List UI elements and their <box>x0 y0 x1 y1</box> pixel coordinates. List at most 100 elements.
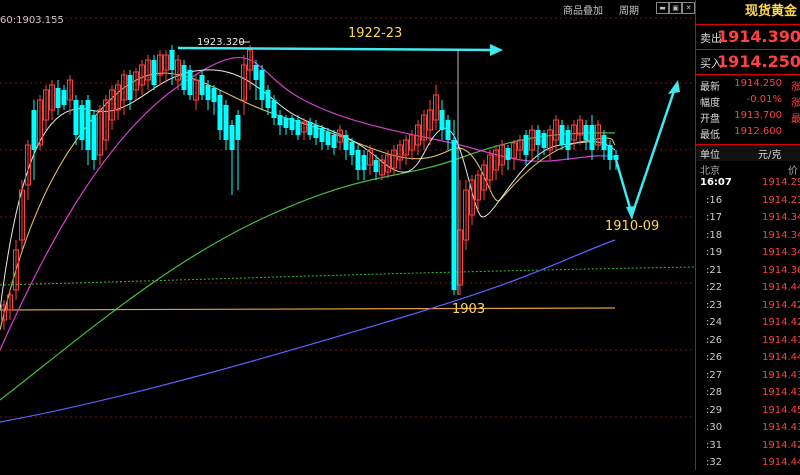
candle-down <box>349 142 355 155</box>
pullback-range-label: 1910-09 <box>605 219 659 234</box>
stat-label: 幅度 <box>700 98 720 109</box>
candle-down <box>601 135 607 150</box>
candle-down <box>217 95 223 130</box>
tick-time: :19 <box>706 247 723 258</box>
stat-label: 最低 <box>700 130 720 141</box>
tick-price: 1914.29 <box>762 177 800 188</box>
candle-down <box>451 140 457 290</box>
ma-dotted-line <box>0 266 695 286</box>
tick-row: :21 1914.36 <box>696 265 800 283</box>
tick-list[interactable]: 16:07 1914.29 :16 1914.23 :17 1914.34 :18 1914.… <box>696 177 800 475</box>
candle-down <box>187 70 193 95</box>
tick-row: :28 1914.43 <box>696 387 800 405</box>
tick-time: 16:07 <box>700 177 732 188</box>
tick-price: 1914.44 <box>762 282 800 293</box>
candle-down <box>307 122 313 135</box>
candle-down <box>271 100 277 118</box>
candle-down <box>169 50 175 70</box>
candle-down <box>223 105 229 140</box>
peak-price-label: 1923.320 <box>197 37 245 48</box>
tick-time: :28 <box>706 387 723 398</box>
menu-overlay[interactable]: 商品叠加 <box>563 2 603 17</box>
candle-down <box>265 90 271 108</box>
chart-canvas: 1923.320 1922-23 1903 1910-09 <box>0 17 695 423</box>
candle-down <box>607 145 613 160</box>
close-icon[interactable]: ✕ <box>682 2 695 14</box>
candle-down <box>523 135 529 155</box>
tick-price: 1914.23 <box>762 194 800 206</box>
candle-down <box>235 115 241 140</box>
tick-price: 1914.34 <box>762 212 800 223</box>
tick-time: :16 <box>706 194 723 206</box>
tick-row: :29 1914.45 <box>696 405 800 423</box>
tick-time: :30 <box>706 422 723 433</box>
price-header: 价 <box>788 166 798 177</box>
buy-row[interactable]: 买入 1914.250 <box>696 50 800 75</box>
candle-down <box>613 155 619 160</box>
candle-down <box>199 75 205 95</box>
candle-down <box>85 100 91 150</box>
target-arrow-line <box>177 46 496 52</box>
tick-price: 1914.45 <box>762 404 800 416</box>
candle-down <box>91 115 97 160</box>
tick-time: :22 <box>706 282 723 293</box>
sell-price: 1914.390 <box>716 27 800 46</box>
quote-panel: 现货黄金 卖出 1914.390 买入 1914.250 最新 1914.250… <box>695 0 800 470</box>
forecast-arrow-line <box>614 87 677 220</box>
restore-icon[interactable]: ▣ <box>669 2 682 14</box>
tick-time: :27 <box>706 369 723 381</box>
candle-down <box>283 118 289 128</box>
candlestick-chart[interactable]: 1923.320 1922-23 1903 1910-09 60:1903.155 商… <box>0 0 695 470</box>
candle-down <box>205 85 211 100</box>
tick-time: :17 <box>706 212 723 223</box>
candle-down <box>31 110 37 150</box>
candle-down <box>229 125 235 150</box>
down-arrow-head <box>626 206 636 220</box>
stat-value: 1914.250 <box>734 78 782 89</box>
ma-magenta-line <box>0 56 616 351</box>
tick-row: :31 1914.42 <box>696 440 800 458</box>
candle-down <box>583 125 589 140</box>
menu-period[interactable]: 周期 <box>619 2 639 17</box>
candle-down <box>73 100 79 135</box>
support-line <box>0 307 616 311</box>
candle-down <box>289 118 295 130</box>
candle-down <box>439 110 445 130</box>
stat-extra: 最 <box>791 114 800 125</box>
tick-time: :26 <box>706 352 723 363</box>
stat-latest: 最新 1914.250 涨 <box>696 78 800 94</box>
minimize-icon[interactable]: ▬ <box>656 2 669 14</box>
tick-row: :22 1914.44 <box>696 282 800 300</box>
candle-down <box>253 65 259 80</box>
candle-down <box>79 105 85 140</box>
candle-down <box>259 70 265 100</box>
candle-down <box>535 130 541 145</box>
sell-row[interactable]: 卖出 1914.390 <box>696 25 800 50</box>
ma-green-line <box>0 132 616 401</box>
candle-down <box>181 65 187 90</box>
tick-time: :23 <box>706 299 723 311</box>
tick-row: :17 1914.34 <box>696 212 800 230</box>
city-label: 北京 <box>700 166 720 177</box>
city-row: 北京 价 <box>696 161 800 177</box>
stat-label: 开盘 <box>700 114 720 125</box>
forecast-arrow-head <box>668 80 680 94</box>
tick-price: 1914.36 <box>762 264 800 276</box>
candle-down <box>331 135 337 148</box>
candle-down <box>445 120 451 140</box>
tick-time: :21 <box>706 264 723 276</box>
candle-down <box>55 88 61 108</box>
candle-down <box>541 133 547 148</box>
tick-row: :32 1914.44 <box>696 457 800 475</box>
ma-white-line <box>0 69 616 311</box>
tick-time: :24 <box>706 317 723 328</box>
tick-price: 1914.43 <box>762 422 800 433</box>
tick-row: :26 1914.44 <box>696 352 800 370</box>
tick-price: 1914.43 <box>762 369 800 381</box>
low-price-label: 1903 <box>452 302 485 317</box>
target-range-label: 1922-23 <box>348 26 402 41</box>
candle-down <box>277 115 283 125</box>
tick-row: :18 1914.34 <box>696 230 800 248</box>
tick-price: 1914.42 <box>762 439 800 451</box>
tick-row: :27 1914.43 <box>696 370 800 388</box>
